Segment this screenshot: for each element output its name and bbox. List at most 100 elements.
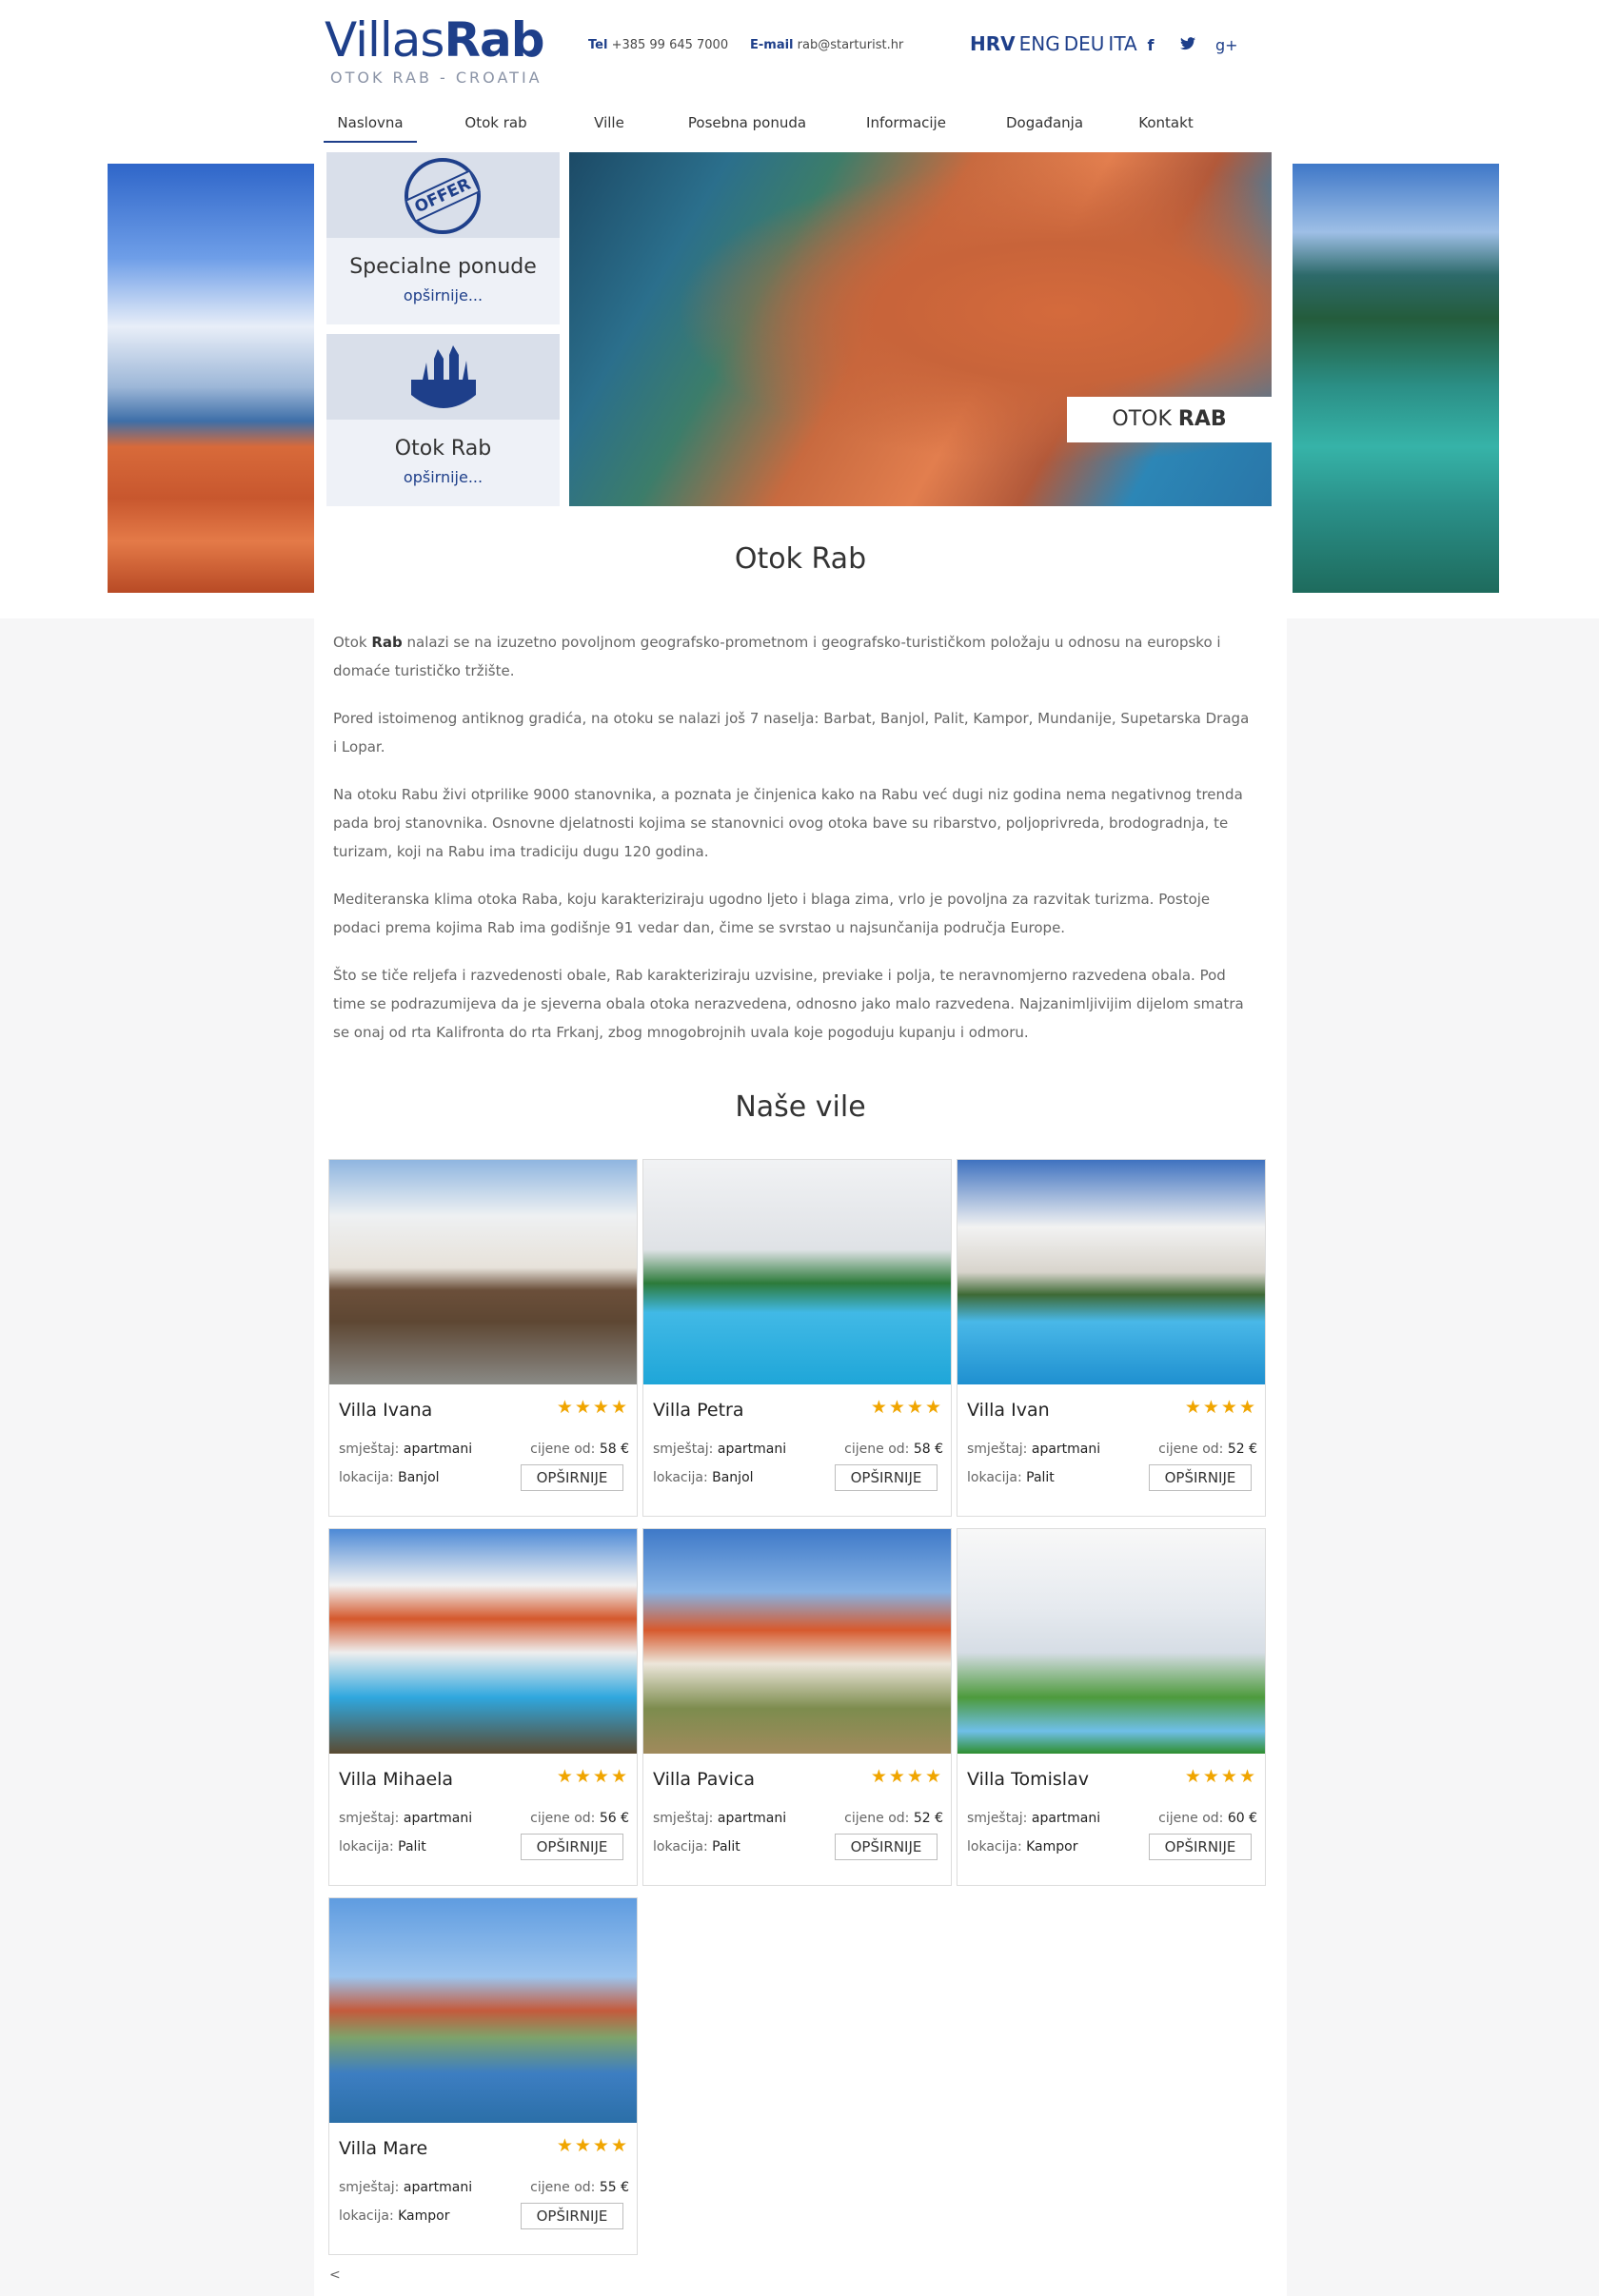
villa-price: cijene od: 52 €: [1158, 1442, 1257, 1457]
logo[interactable]: VillasRab OTOK RAB - CROATIA: [325, 12, 545, 87]
side-photo-right: [1293, 164, 1499, 593]
twitter-icon[interactable]: [1178, 36, 1197, 54]
villa-card[interactable]: Villa Ivan ★★★★ smještaj: apartmani loka…: [957, 1159, 1266, 1517]
more-button[interactable]: OPŠIRNIJE: [835, 1464, 938, 1491]
promo-more-link[interactable]: opširnije...: [326, 468, 560, 486]
villa-name[interactable]: Villa Mare: [339, 2138, 427, 2159]
accommodation-value: apartmani: [403, 1811, 473, 1826]
nav-informacije[interactable]: Informacije: [854, 108, 958, 143]
price-value: 58 €: [599, 1442, 629, 1457]
villa-accommodation: smještaj: apartmani: [653, 1442, 786, 1457]
lang-deu[interactable]: DEU: [1064, 32, 1105, 55]
promo-title: Otok Rab: [394, 437, 492, 461]
hero-caption: OTOK RAB: [1067, 397, 1272, 442]
villa-photo[interactable]: [329, 1898, 637, 2123]
villa-card[interactable]: Villa Mare ★★★★ smještaj: apartmani loka…: [328, 1897, 638, 2255]
villa-name[interactable]: Villa Ivana: [339, 1400, 432, 1421]
phone-label: Tel: [588, 38, 608, 52]
villa-name[interactable]: Villa Mihaela: [339, 1769, 453, 1790]
price-label: cijene od:: [844, 1811, 914, 1826]
more-button[interactable]: OPŠIRNIJE: [521, 1464, 623, 1491]
villa-photo[interactable]: [643, 1529, 951, 1754]
nav-ville[interactable]: Ville: [581, 108, 638, 143]
villa-card[interactable]: Villa Mihaela ★★★★ smještaj: apartmani l…: [328, 1528, 638, 1886]
villa-name[interactable]: Villa Tomislav: [967, 1769, 1089, 1790]
price-label: cijene od:: [530, 1442, 600, 1457]
paragraph-2: Pored istoimenog antiknog gradića, na ot…: [333, 710, 1250, 756]
location-value: Palit: [712, 1839, 740, 1854]
more-button[interactable]: OPŠIRNIJE: [521, 1834, 623, 1860]
promo-more-link[interactable]: opširnije...: [326, 286, 560, 304]
villa-photo[interactable]: [957, 1160, 1265, 1384]
villa-name[interactable]: Villa Pavica: [653, 1769, 755, 1790]
more-button[interactable]: OPŠIRNIJE: [521, 2203, 623, 2229]
villa-location: lokacija: Palit: [967, 1470, 1055, 1485]
location-label: lokacija:: [967, 1470, 1027, 1485]
villa-card[interactable]: Villa Ivana ★★★★ smještaj: apartmani lok…: [328, 1159, 638, 1517]
lang-hrv[interactable]: HRV: [970, 32, 1016, 55]
villa-accommodation: smještaj: apartmani: [967, 1811, 1100, 1826]
side-photo-left: [108, 164, 314, 593]
location-value: Palit: [398, 1839, 426, 1854]
offer-badge-text: OFFER: [404, 169, 482, 223]
accommodation-label: smještaj:: [339, 1811, 404, 1826]
villa-name[interactable]: Villa Petra: [653, 1400, 743, 1421]
villa-price: cijene od: 58 €: [844, 1442, 943, 1457]
star-rating-icon: ★★★★: [556, 1766, 629, 1787]
villa-accommodation: smještaj: apartmani: [339, 2180, 472, 2195]
villa-name[interactable]: Villa Ivan: [967, 1400, 1050, 1421]
villa-card[interactable]: Villa Tomislav ★★★★ smještaj: apartmani …: [957, 1528, 1266, 1886]
facebook-icon[interactable]: f: [1141, 36, 1160, 54]
villa-price: cijene od: 60 €: [1158, 1811, 1257, 1826]
accommodation-value: apartmani: [1031, 1442, 1101, 1457]
location-value: Banjol: [398, 1470, 440, 1485]
accommodation-value: apartmani: [403, 2180, 473, 2195]
price-value: 56 €: [599, 1811, 629, 1826]
more-button[interactable]: OPŠIRNIJE: [1149, 1834, 1252, 1860]
promo-island[interactable]: Otok Rab opširnije...: [326, 334, 560, 506]
accommodation-label: smještaj:: [339, 1442, 404, 1457]
villa-card[interactable]: Villa Petra ★★★★ smještaj: apartmani lok…: [642, 1159, 952, 1517]
nav-posebna-ponuda[interactable]: Posebna ponuda: [676, 108, 819, 143]
villa-price: cijene od: 52 €: [844, 1811, 943, 1826]
lang-ita[interactable]: ITA: [1108, 32, 1136, 55]
price-value: 58 €: [913, 1442, 943, 1457]
logo-part-villas: Villas: [325, 12, 444, 68]
paragraph-5: Što se tiče reljefa i razvedenosti obale…: [333, 967, 1244, 1041]
villa-price: cijene od: 56 €: [530, 1811, 629, 1826]
villa-location: lokacija: Kampor: [339, 2208, 449, 2224]
more-button[interactable]: OPŠIRNIJE: [1149, 1464, 1252, 1491]
pager-prev-link[interactable]: <: [329, 2267, 341, 2283]
villa-accommodation: smještaj: apartmani: [339, 1442, 472, 1457]
nav-kontakt[interactable]: Kontakt: [1123, 108, 1209, 143]
googleplus-icon[interactable]: g+: [1215, 36, 1238, 54]
villa-photo[interactable]: [643, 1160, 951, 1384]
accommodation-label: smještaj:: [653, 1442, 718, 1457]
villa-photo[interactable]: [957, 1529, 1265, 1754]
villa-photo[interactable]: [329, 1529, 637, 1754]
accommodation-label: smještaj:: [339, 2180, 404, 2195]
villa-photo[interactable]: [329, 1160, 637, 1384]
price-label: cijene od:: [844, 1442, 914, 1457]
contact-email[interactable]: E-mail rab@starturist.hr: [750, 38, 903, 52]
lang-eng[interactable]: ENG: [1019, 32, 1060, 55]
star-rating-icon: ★★★★: [556, 1397, 629, 1418]
logo-tagline: OTOK RAB - CROATIA: [330, 69, 543, 87]
villa-card[interactable]: Villa Pavica ★★★★ smještaj: apartmani lo…: [642, 1528, 952, 1886]
price-value: 60 €: [1227, 1811, 1257, 1826]
paragraph-1-rest: nalazi se na izuzetno povoljnom geografs…: [333, 634, 1221, 679]
contact-phone: Tel +385 99 645 7000: [588, 38, 728, 52]
villa-location: lokacija: Palit: [339, 1839, 426, 1854]
nav-naslovna[interactable]: Naslovna: [324, 108, 417, 143]
price-value: 55 €: [599, 2180, 629, 2195]
nav-dogadanja[interactable]: Događanja: [995, 108, 1095, 143]
villa-accommodation: smještaj: apartmani: [339, 1811, 472, 1826]
promo-special-offers[interactable]: OFFER Specialne ponude opširnije...: [326, 152, 560, 324]
more-button[interactable]: OPŠIRNIJE: [835, 1834, 938, 1860]
phone-value: +385 99 645 7000: [611, 38, 729, 52]
logo-wordmark: VillasRab: [325, 12, 545, 68]
intro-title: Otok Rab: [734, 542, 867, 576]
email-value[interactable]: rab@starturist.hr: [798, 38, 904, 52]
villa-location: lokacija: Kampor: [967, 1839, 1077, 1854]
nav-otok-rab[interactable]: Otok rab: [455, 108, 537, 143]
